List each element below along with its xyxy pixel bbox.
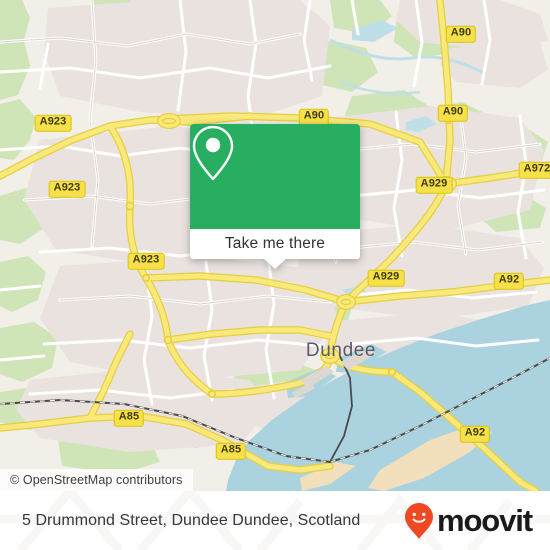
address-label: 5 Drummond Street, Dundee Dundee, Scotla…	[22, 511, 361, 529]
road-shield: A90	[298, 108, 330, 126]
road-shield: A92	[459, 425, 491, 443]
map-pin-icon	[192, 125, 234, 181]
popup-header	[190, 124, 360, 229]
map-canvas[interactable]: A90 A923 A90 A90 A923 A929 A972 A923 A92…	[0, 0, 550, 491]
place-label-dundee: Dundee	[305, 340, 377, 361]
road-shield: A929	[367, 269, 405, 287]
popup-pointer	[264, 259, 286, 269]
moovit-wordmark: moovit	[436, 503, 533, 538]
moovit-map-screen: A90 A923 A90 A90 A923 A929 A972 A923 A92…	[0, 0, 550, 550]
road-shield: A923	[48, 180, 86, 198]
location-popup-card[interactable]: Take me there	[190, 124, 360, 269]
road-shield: A90	[445, 25, 477, 43]
road-shield: A923	[127, 252, 165, 270]
osm-attribution[interactable]: © OpenStreetMap contributors	[0, 469, 193, 491]
popup-cta[interactable]: Take me there	[190, 229, 360, 259]
road-shield: A92	[493, 272, 525, 290]
road-shield: A929	[415, 176, 453, 194]
moovit-pin-icon	[404, 502, 433, 539]
road-shield: A85	[215, 442, 247, 460]
popup-cta-label: Take me there	[224, 235, 326, 252]
footer-bar: 5 Drummond Street, Dundee Dundee, Scotla…	[0, 491, 550, 550]
road-shield: A90	[437, 104, 469, 122]
moovit-logo[interactable]: moovit	[404, 502, 533, 540]
road-shield: A923	[34, 114, 72, 132]
road-shield: A85	[113, 409, 145, 427]
road-shield: A972	[518, 161, 550, 179]
